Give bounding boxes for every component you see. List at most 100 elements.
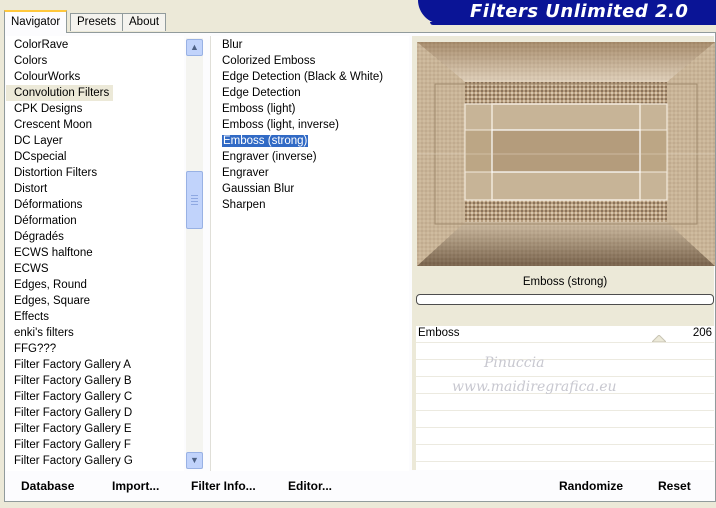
tab-navigator[interactable]: Navigator: [4, 10, 68, 33]
filter-item-label: Gaussian Blur: [222, 183, 295, 195]
category-item[interactable]: enki's filters: [6, 325, 184, 341]
filter-item[interactable]: Emboss (strong): [211, 133, 409, 149]
tab-about[interactable]: About: [122, 13, 167, 31]
category-item-label: ColourWorks: [14, 71, 81, 83]
scroll-up-button[interactable]: ▲: [186, 39, 203, 56]
slider-emboss[interactable]: Emboss 206: [416, 326, 714, 343]
category-list[interactable]: ColorRave Colors ColourWorks Convolution Fi…: [6, 36, 184, 471]
category-item-label: Dégradés: [14, 231, 64, 243]
app-title: Filters Unlimited 2.0: [470, 1, 689, 22]
category-item-label: Edges, Square: [14, 295, 91, 307]
category-item[interactable]: Convolution Filters: [6, 85, 184, 101]
category-item-label: Filter Factory Gallery F: [14, 439, 131, 451]
editor-button[interactable]: Editor...: [288, 476, 332, 496]
slider-empty-row: [416, 343, 714, 360]
category-item[interactable]: DCspecial: [6, 149, 184, 165]
slider-empty-row: [416, 411, 714, 428]
slider-empty-row: [416, 428, 714, 445]
category-item[interactable]: Déformations: [6, 197, 184, 213]
category-item-label: Distortion Filters: [14, 167, 98, 179]
filter-item-label: Emboss (strong): [220, 134, 310, 148]
parameter-area: Emboss 206: [416, 326, 714, 470]
slider-pointer-icon[interactable]: [652, 335, 666, 342]
filter-item[interactable]: Emboss (light, inverse): [211, 117, 409, 133]
category-item-label: ColorRave: [14, 39, 69, 51]
category-item[interactable]: Distort: [6, 181, 184, 197]
category-item[interactable]: ColourWorks: [6, 69, 184, 85]
category-item-label: DCspecial: [14, 151, 67, 163]
category-item-label: Filter Factory Gallery G: [14, 455, 133, 467]
category-item[interactable]: Filter Factory Gallery C: [6, 389, 184, 405]
filter-item-label: Emboss (light): [222, 103, 296, 115]
category-item[interactable]: Filter Factory Gallery D: [6, 405, 184, 421]
filter-item[interactable]: Edge Detection (Black & White): [211, 69, 409, 85]
category-item[interactable]: Distortion Filters: [6, 165, 184, 181]
filter-info-button[interactable]: Filter Info...: [191, 476, 256, 496]
category-scrollbar[interactable]: ▲ ▼: [186, 38, 203, 469]
category-item-label: Edges, Round: [14, 279, 87, 291]
progress-bar: [416, 294, 714, 305]
category-item-label: Filter Factory Gallery A: [14, 359, 131, 371]
slider-empty-row: [416, 394, 714, 411]
category-item-label: DC Layer: [14, 135, 63, 147]
scroll-down-button[interactable]: ▼: [186, 452, 203, 469]
filter-item-label: Engraver: [222, 167, 269, 179]
category-item-label: CPK Designs: [14, 103, 83, 115]
category-item[interactable]: Déformation: [6, 213, 184, 229]
tab-presets[interactable]: Presets: [70, 13, 123, 31]
title-banner-stripe: [430, 22, 716, 25]
filter-list[interactable]: Blur Colorized Emboss Edge Detection (Blac…: [210, 36, 409, 471]
category-item-label: Filter Factory Gallery B: [14, 375, 132, 387]
category-item-label: ECWS: [14, 263, 49, 275]
category-item[interactable]: Filter Factory Gallery A: [6, 357, 184, 373]
filter-item[interactable]: Blur: [211, 37, 409, 53]
preview-image: [417, 42, 715, 266]
category-item[interactable]: ColorRave: [6, 37, 184, 53]
database-button[interactable]: Database: [21, 476, 74, 496]
category-item[interactable]: DC Layer: [6, 133, 184, 149]
category-item[interactable]: Filter Factory Gallery E: [6, 421, 184, 437]
category-item[interactable]: Colors: [6, 53, 184, 69]
slider-empty-row: [416, 360, 714, 377]
filter-item[interactable]: Sharpen: [211, 197, 409, 213]
category-item[interactable]: FFG???: [6, 341, 184, 357]
randomize-button[interactable]: Randomize: [559, 476, 623, 496]
filter-item-label: Edge Detection (Black & White): [222, 71, 384, 83]
category-item[interactable]: Effects: [6, 309, 184, 325]
category-item[interactable]: Filter Factory Gallery F: [6, 437, 184, 453]
category-item[interactable]: Filter Factory Gallery B: [6, 373, 184, 389]
watermark-name: Pinuccia: [484, 355, 545, 371]
filter-item-label: Colorized Emboss: [222, 55, 316, 67]
category-item[interactable]: Dégradés: [6, 229, 184, 245]
import-button[interactable]: Import...: [112, 476, 159, 496]
category-item[interactable]: Edges, Round: [6, 277, 184, 293]
category-item[interactable]: ECWS: [6, 261, 184, 277]
category-item-label: Déformations: [14, 199, 83, 211]
scroll-thumb[interactable]: [186, 171, 203, 229]
filter-item[interactable]: Gaussian Blur: [211, 181, 409, 197]
category-item-label: Crescent Moon: [14, 119, 92, 131]
category-item-label: Convolution Filters: [6, 85, 114, 101]
category-item-label: Déformation: [14, 215, 77, 227]
filter-item[interactable]: Colorized Emboss: [211, 53, 409, 69]
category-item[interactable]: CPK Designs: [6, 101, 184, 117]
category-item-label: Effects: [14, 311, 49, 323]
category-item-label: Colors: [14, 55, 48, 67]
filter-item[interactable]: Edge Detection: [211, 85, 409, 101]
filter-item[interactable]: Engraver (inverse): [211, 149, 409, 165]
filter-item-label: Engraver (inverse): [222, 151, 317, 163]
preview-filter-name: Emboss (strong): [522, 276, 608, 288]
category-item-label: ECWS halftone: [14, 247, 93, 259]
category-item[interactable]: Crescent Moon: [6, 117, 184, 133]
reset-button[interactable]: Reset: [658, 476, 691, 496]
preview-emboss-graphic: [417, 42, 715, 266]
filter-item-label: Emboss (light, inverse): [222, 119, 339, 131]
filter-item[interactable]: Emboss (light): [211, 101, 409, 117]
watermark-url: www.maidiregrafica.eu: [452, 379, 617, 395]
filter-item[interactable]: Engraver: [211, 165, 409, 181]
category-item[interactable]: ECWS halftone: [6, 245, 184, 261]
slider-value: 206: [692, 327, 712, 339]
category-item[interactable]: Edges, Square: [6, 293, 184, 309]
category-item[interactable]: Filter Factory Gallery G: [6, 453, 184, 469]
category-item-label: Filter Factory Gallery D: [14, 407, 133, 419]
